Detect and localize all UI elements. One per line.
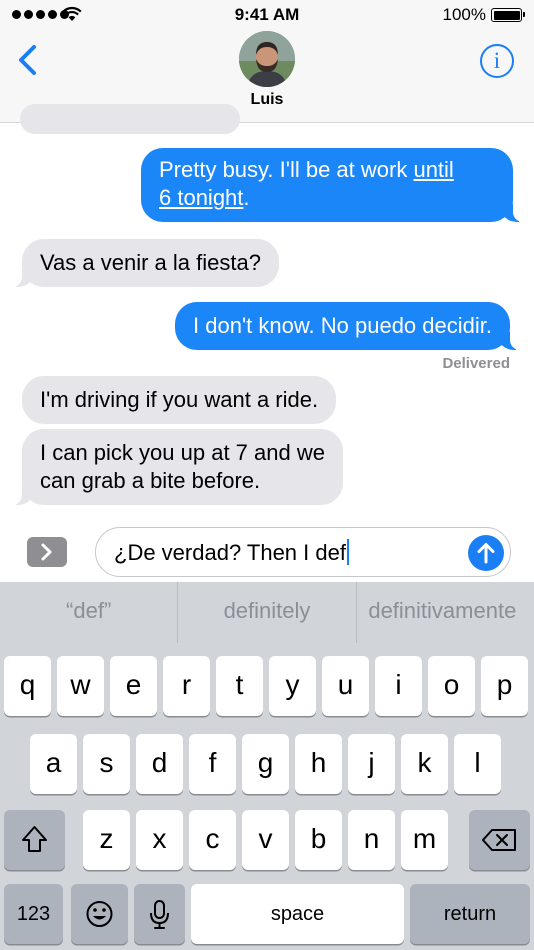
key-y[interactable]: y	[269, 656, 316, 716]
key-u[interactable]: u	[322, 656, 369, 716]
key-t[interactable]: t	[216, 656, 263, 716]
key-r[interactable]: r	[163, 656, 210, 716]
message-text-part: Pretty busy. I'll be at work	[159, 157, 414, 182]
numbers-key[interactable]: 123	[4, 884, 63, 944]
emoji-icon	[86, 901, 113, 927]
predictive-text-bar: “def” definitely definitivamente	[0, 582, 534, 643]
key-n[interactable]: n	[348, 810, 395, 870]
key-e[interactable]: e	[110, 656, 157, 716]
message-input[interactable]: ¿De verdad? Then I def	[95, 527, 511, 577]
info-icon: i	[493, 48, 501, 73]
app-drawer-button[interactable]	[27, 537, 67, 567]
key-g[interactable]: g	[242, 734, 289, 794]
key-j[interactable]: j	[348, 734, 395, 794]
message-bubble-incoming-partial[interactable]	[20, 104, 240, 134]
text-caret	[346, 539, 349, 565]
message-line: I can pick you up at 7 and we	[40, 440, 325, 465]
battery-icon	[491, 8, 525, 22]
contact-avatar[interactable]	[239, 31, 295, 87]
key-d[interactable]: d	[136, 734, 183, 794]
battery-percent: 100%	[442, 5, 486, 24]
dictation-key[interactable]	[134, 884, 185, 944]
message-text-part: .	[243, 185, 250, 210]
message-transcript[interactable]: Pretty busy. I'll be at work until 6 toni…	[0, 104, 534, 520]
date-link[interactable]: 6 tonight	[159, 185, 243, 210]
status-bar: 9:41 AM 100%	[0, 0, 534, 30]
message-bubble-outgoing[interactable]: I don't know. No puedo decidir.	[175, 302, 524, 350]
key-x[interactable]: x	[136, 810, 183, 870]
back-chevron-icon	[19, 45, 36, 75]
key-i[interactable]: i	[375, 656, 422, 716]
delivered-status: Delivered	[442, 355, 510, 372]
key-k[interactable]: k	[401, 734, 448, 794]
date-link[interactable]: until	[413, 157, 453, 182]
info-button[interactable]: i	[480, 44, 514, 78]
emoji-key[interactable]	[71, 884, 128, 944]
prediction-option[interactable]: definitivamente	[355, 582, 534, 643]
key-w[interactable]: w	[57, 656, 104, 716]
key-a[interactable]: a	[30, 734, 77, 794]
back-button[interactable]	[14, 40, 44, 80]
key-q[interactable]: q	[4, 656, 51, 716]
key-l[interactable]: l	[454, 734, 501, 794]
key-o[interactable]: o	[428, 656, 475, 716]
delete-key[interactable]	[469, 810, 530, 870]
shift-icon	[22, 826, 47, 852]
key-s[interactable]: s	[83, 734, 130, 794]
message-input-value: ¿De verdad? Then I def	[114, 540, 346, 565]
key-v[interactable]: v	[242, 810, 289, 870]
return-key[interactable]: return	[410, 884, 530, 944]
message-bubble-incoming[interactable]: I'm driving if you want a ride.	[22, 376, 337, 424]
message-bubble-incoming[interactable]: I can pick you up at 7 and we can grab a…	[8, 429, 343, 505]
key-b[interactable]: b	[295, 810, 342, 870]
composer-bar: ¿De verdad? Then I def	[0, 520, 534, 582]
message-line: can grab a bite before.	[40, 468, 261, 493]
space-key[interactable]: space	[191, 884, 404, 944]
key-f[interactable]: f	[189, 734, 236, 794]
message-bubble-incoming[interactable]: Vas a venir a la fiesta?	[8, 239, 279, 287]
message-text: Pretty busy. I'll be at work until 6 toni…	[159, 157, 454, 210]
app-drawer-chevron-icon	[41, 543, 52, 561]
message-input-text[interactable]: ¿De verdad? Then I def	[114, 539, 349, 567]
shift-key[interactable]	[4, 810, 65, 870]
key-h[interactable]: h	[295, 734, 342, 794]
message-text: I don't know. No puedo decidir.	[193, 313, 492, 338]
send-button[interactable]	[468, 535, 504, 571]
prediction-option[interactable]: “def”	[0, 582, 177, 643]
microphone-icon	[150, 900, 169, 929]
avatar-photo	[239, 31, 295, 87]
key-c[interactable]: c	[189, 810, 236, 870]
message-text: Vas a venir a la fiesta?	[40, 250, 261, 275]
message-bubble-outgoing[interactable]: Pretty busy. I'll be at work until 6 toni…	[141, 148, 527, 222]
send-arrow-icon	[477, 543, 495, 564]
prediction-option[interactable]: definitely	[177, 582, 355, 643]
key-m[interactable]: m	[401, 810, 448, 870]
key-z[interactable]: z	[83, 810, 130, 870]
message-text: I'm driving if you want a ride.	[40, 387, 319, 412]
key-p[interactable]: p	[481, 656, 528, 716]
message-text: I can pick you up at 7 and we can grab a…	[40, 440, 325, 493]
keyboard: “def” definitely definitivamente q w e r…	[0, 582, 534, 950]
delete-icon	[482, 829, 516, 851]
